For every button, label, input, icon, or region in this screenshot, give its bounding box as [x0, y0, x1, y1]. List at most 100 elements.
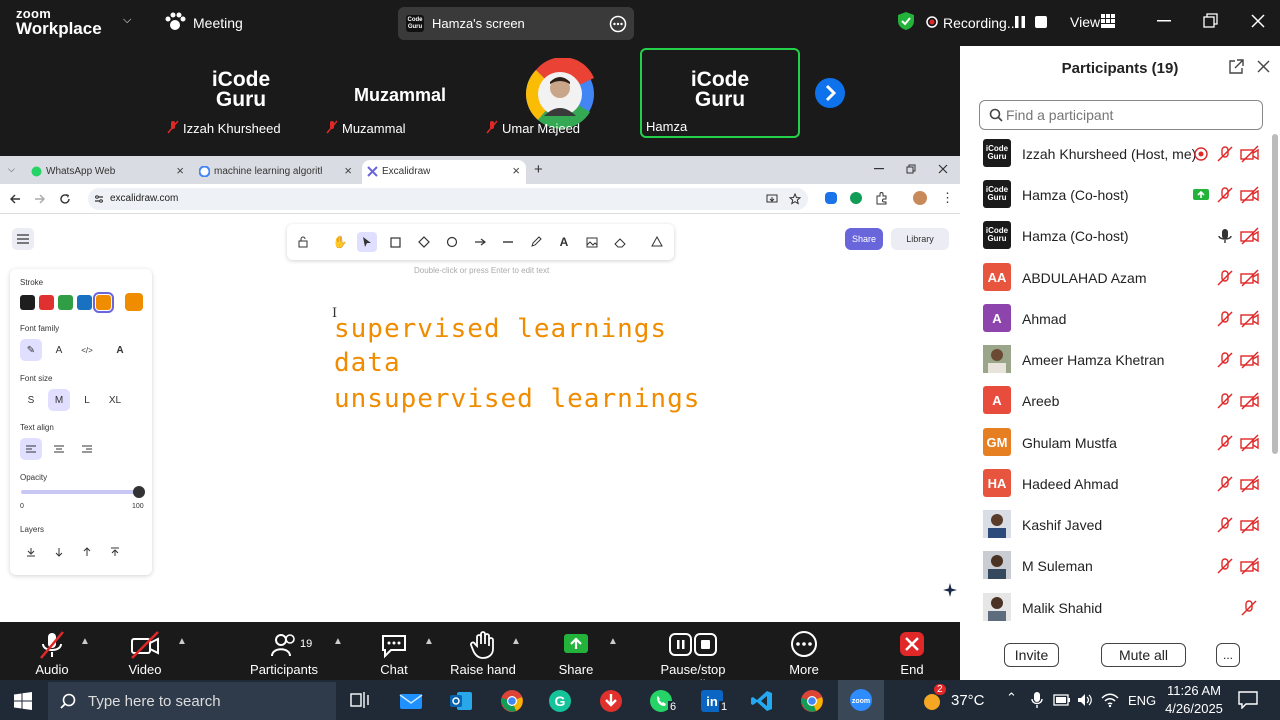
meeting-label[interactable]: Meeting — [193, 15, 243, 31]
install-app-icon[interactable] — [766, 193, 778, 205]
mic-icon[interactable] — [1216, 227, 1234, 245]
find-participant-box[interactable] — [979, 100, 1263, 130]
end-meeting-button[interactable]: End — [864, 624, 960, 678]
outlook-icon[interactable] — [449, 689, 473, 713]
opacity-slider-thumb[interactable] — [133, 486, 145, 498]
restore-icon[interactable] — [1203, 13, 1218, 28]
canvas-text[interactable]: supervised learnings — [334, 314, 667, 344]
audio-button[interactable]: Audio — [4, 624, 100, 678]
list-item[interactable]: Malik Shahid — [960, 588, 1280, 629]
video-tile[interactable]: Muzammal Muzammal — [320, 48, 480, 138]
close-tab-icon[interactable]: × — [512, 163, 520, 178]
mic-muted-icon[interactable] — [1216, 351, 1234, 369]
stroke-color-swatch[interactable] — [58, 295, 73, 310]
reactions-caret-icon[interactable]: ▲ — [511, 636, 521, 647]
font-size-l[interactable]: L — [76, 389, 98, 411]
mic-muted-icon[interactable] — [1216, 434, 1234, 452]
more-button[interactable]: ... — [1216, 643, 1240, 667]
raise-hand-button[interactable]: Raise hand — [435, 624, 531, 678]
canvas-text[interactable]: unsupervised learnings — [334, 384, 700, 414]
video-tile[interactable]: Umar Majeed — [480, 48, 640, 138]
video-options-caret-icon[interactable]: ▲ — [177, 636, 187, 647]
list-item[interactable]: A Areeb — [960, 381, 1280, 422]
grammarly-icon[interactable] — [850, 192, 862, 204]
mic-muted-icon[interactable] — [1216, 516, 1234, 534]
list-item[interactable]: Ameer Hamza Khetran — [960, 340, 1280, 381]
send-to-back-button[interactable] — [20, 541, 42, 563]
font-more-option[interactable]: A — [109, 339, 131, 361]
video-off-icon[interactable] — [1240, 145, 1260, 163]
main-menu-button[interactable] — [12, 228, 34, 250]
video-button[interactable]: Video — [97, 624, 193, 678]
close-tab-icon[interactable]: × — [344, 163, 352, 178]
share-button[interactable]: Share — [845, 228, 883, 250]
stroke-color-swatch[interactable] — [20, 295, 35, 310]
text-tool[interactable]: A — [554, 232, 574, 252]
battery-icon[interactable] — [1053, 693, 1071, 707]
windows-start-icon[interactable] — [14, 692, 32, 710]
pause-icon[interactable] — [1014, 15, 1026, 29]
stop-icon[interactable] — [1034, 15, 1048, 29]
draw-tool[interactable] — [526, 232, 546, 252]
vscode-icon[interactable] — [750, 689, 774, 713]
rectangle-tool[interactable] — [385, 232, 405, 252]
speaker-icon[interactable] — [1077, 692, 1093, 708]
view-label[interactable]: View — [1070, 14, 1100, 30]
video-off-icon[interactable] — [1240, 392, 1260, 410]
video-off-icon[interactable] — [1240, 269, 1260, 287]
font-normal-option[interactable]: A — [48, 339, 70, 361]
download-manager-icon[interactable] — [599, 689, 623, 713]
popout-icon[interactable] — [1228, 59, 1244, 75]
reload-icon[interactable] — [59, 193, 71, 205]
list-item[interactable]: Kashif Javed — [960, 505, 1280, 546]
mic-muted-icon[interactable] — [1216, 310, 1234, 328]
font-size-m[interactable]: M — [48, 389, 70, 411]
tab-list-icon[interactable]: ⌵ — [8, 164, 15, 175]
font-handwritten-option[interactable]: ✎ — [20, 339, 42, 361]
opacity-slider[interactable] — [21, 490, 139, 494]
list-item[interactable]: GM Ghulam Mustfa — [960, 423, 1280, 464]
list-item[interactable]: M Suleman — [960, 546, 1280, 587]
video-off-icon[interactable] — [1240, 475, 1260, 493]
grid-view-icon[interactable] — [1101, 14, 1115, 28]
excalidraw-canvas[interactable]: ✋ A Double-click or press Enter to edit … — [0, 214, 960, 622]
video-off-icon[interactable] — [1240, 516, 1260, 534]
participants-button[interactable]: 19 Participants — [236, 624, 332, 678]
mic-icon[interactable] — [1031, 691, 1043, 709]
share-options-caret-icon[interactable]: ▲ — [608, 636, 618, 647]
restore-icon[interactable] — [906, 164, 916, 174]
bring-forward-button[interactable] — [76, 541, 98, 563]
eraser-tool[interactable] — [610, 232, 630, 252]
list-item[interactable]: iCode Guru Hamza (Co-host) — [960, 175, 1280, 216]
video-tile-active-speaker[interactable]: iCode Guru Hamza — [640, 48, 800, 138]
video-off-icon[interactable] — [1240, 434, 1260, 452]
stroke-color-swatch[interactable] — [39, 295, 54, 310]
close-icon[interactable] — [1251, 14, 1265, 28]
sparkle-icon[interactable] — [942, 582, 958, 598]
mic-muted-icon[interactable] — [1216, 475, 1234, 493]
browser-tab[interactable]: WhatsApp Web × — [26, 160, 190, 184]
taskbar-search[interactable]: Type here to search — [48, 682, 336, 720]
align-right-option[interactable] — [76, 438, 98, 460]
mic-muted-icon[interactable] — [1216, 186, 1234, 204]
close-tab-icon[interactable]: × — [176, 163, 184, 178]
invite-button[interactable]: Invite — [1004, 643, 1059, 667]
video-off-icon[interactable] — [1240, 227, 1260, 245]
wifi-icon[interactable] — [1101, 692, 1119, 708]
profile-avatar[interactable] — [913, 191, 927, 205]
bring-to-front-button[interactable] — [104, 541, 126, 563]
font-size-s[interactable]: S — [20, 389, 42, 411]
mic-muted-icon[interactable] — [1216, 392, 1234, 410]
mic-muted-icon[interactable] — [1216, 269, 1234, 287]
extension-icon[interactable] — [825, 192, 837, 204]
mail-app-icon[interactable] — [399, 689, 423, 713]
list-item[interactable]: AA ABDULAHAD Azam — [960, 258, 1280, 299]
temperature[interactable]: 37°C — [951, 692, 985, 709]
canvas-text[interactable]: data — [334, 348, 401, 378]
meeting-menu[interactable] — [164, 12, 186, 32]
new-tab-icon[interactable]: + — [534, 161, 543, 178]
lock-tool[interactable] — [293, 232, 313, 252]
language-indicator[interactable]: ENG — [1128, 693, 1156, 708]
browser-tab[interactable]: machine learning algorithms - G × — [194, 160, 358, 184]
more-options-icon[interactable] — [609, 15, 627, 33]
